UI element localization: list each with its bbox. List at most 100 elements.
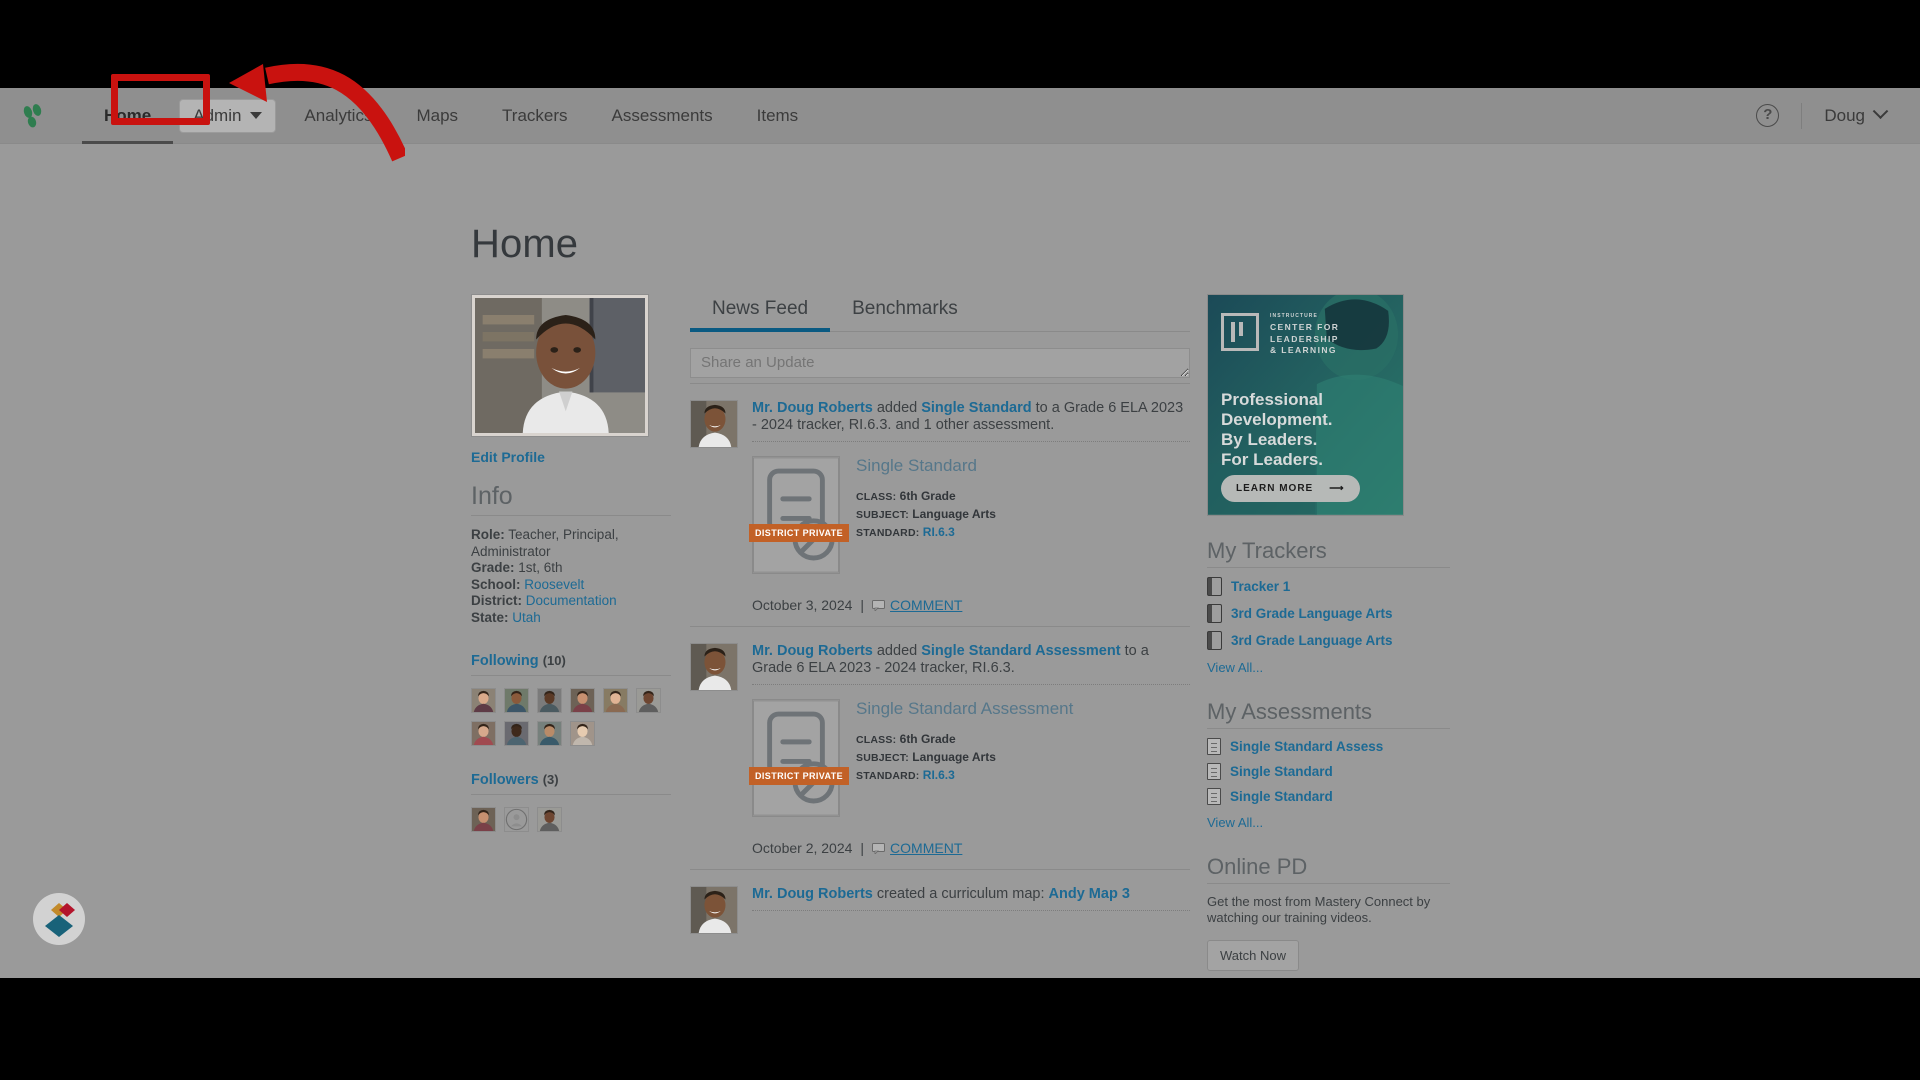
tracker-link[interactable]: 3rd Grade Language Arts <box>1231 633 1393 648</box>
following-heading[interactable]: Following (10) <box>471 653 671 676</box>
user-menu-button[interactable]: Doug <box>1824 103 1889 126</box>
tracker-link[interactable]: Tracker 1 <box>1231 579 1290 594</box>
trackers-view-all-link[interactable]: View All... <box>1207 660 1263 675</box>
feed-post: Mr. Doug Roberts added Single Standard t… <box>690 383 1190 574</box>
nav-item-maps[interactable]: Maps <box>394 88 480 144</box>
feed-post-object[interactable]: Single Standard Assessment <box>921 643 1120 659</box>
promo-banner[interactable]: INSTRUCTURE CENTER FOR LEADERSHIP & LEAR… <box>1207 294 1404 516</box>
online-pd-body: Get the most from Mastery Connect by wat… <box>1207 894 1431 925</box>
resource-title-link[interactable]: Single Standard Assessment <box>856 699 1073 719</box>
avatar[interactable] <box>471 806 496 832</box>
info-row-school: School: Roosevelt <box>471 577 671 594</box>
avatar[interactable] <box>504 720 529 746</box>
feed-post-object[interactable]: Andy Map 3 <box>1049 886 1130 902</box>
info-value-grade: 1st, 6th <box>518 560 563 576</box>
followers-heading[interactable]: Followers (3) <box>471 772 671 795</box>
feed-post-object[interactable]: Single Standard <box>921 400 1031 416</box>
resource-standard-row: STANDARD: RI.6.3 <box>856 524 996 542</box>
watch-now-button[interactable]: Watch Now <box>1207 940 1299 971</box>
list-item[interactable]: Single Standard <box>1207 788 1450 805</box>
resource-card[interactable]: DISTRICT PRIVATE Single Standard Assessm… <box>749 699 1190 817</box>
resource-class-key: CLASS: <box>856 734 897 746</box>
avatar[interactable] <box>690 643 738 691</box>
avatar[interactable] <box>636 687 661 713</box>
tracker-link[interactable]: 3rd Grade Language Arts <box>1231 606 1393 621</box>
tab-news-feed[interactable]: News Feed <box>690 294 831 332</box>
list-item[interactable]: 3rd Grade Language Arts <box>1207 631 1450 650</box>
nav-admin-dropdown-button[interactable]: Admin <box>179 98 277 133</box>
list-item[interactable]: Tracker 1 <box>1207 577 1450 596</box>
list-item[interactable]: Single Standard <box>1207 763 1450 780</box>
resource-card[interactable]: DISTRICT PRIVATE Single Standard CLASS: … <box>749 456 1190 574</box>
nav-admin-label: Admin <box>193 105 242 125</box>
following-label: Following <box>471 652 539 669</box>
avatar[interactable] <box>471 720 496 746</box>
avatar[interactable] <box>690 886 738 934</box>
nav-item-items[interactable]: Items <box>735 88 821 144</box>
assessment-link[interactable]: Single Standard Assess <box>1230 739 1383 754</box>
document-icon <box>1207 763 1221 780</box>
resource-subject-row: SUBJECT: Language Arts <box>856 749 1073 767</box>
help-circle-icon[interactable]: ? <box>1756 104 1780 127</box>
comment-button[interactable]: COMMENT <box>872 597 962 613</box>
info-key-district: District: <box>471 593 523 609</box>
avatar[interactable] <box>537 687 562 713</box>
promo-brand-tiny: INSTRUCTURE <box>1270 313 1318 319</box>
resource-standard-key: STANDARD: <box>856 527 920 539</box>
online-pd-heading: Online PD <box>1207 854 1450 884</box>
avatar[interactable] <box>537 806 562 832</box>
feed-post-text: Mr. Doug Roberts added Single Standard A… <box>752 643 1190 685</box>
avatar[interactable] <box>690 400 738 448</box>
avatar[interactable] <box>471 687 496 713</box>
assessment-link[interactable]: Single Standard <box>1230 764 1333 779</box>
info-value-district[interactable]: Documentation <box>526 593 617 608</box>
nav-item-trackers[interactable]: Trackers <box>480 88 590 144</box>
masteryconnect-logo-icon[interactable] <box>22 103 52 129</box>
resource-standard-value[interactable]: RI.6.3 <box>923 768 955 782</box>
list-item[interactable]: Single Standard Assess <box>1207 738 1450 755</box>
resource-subject-row: SUBJECT: Language Arts <box>856 506 996 524</box>
document-icon <box>1207 738 1221 755</box>
profile-info-list: Role: Teacher, Principal, Administrator … <box>471 527 671 627</box>
learn-more-button[interactable]: LEARN MORE ⟶ <box>1221 475 1360 502</box>
avatar[interactable] <box>570 720 595 746</box>
edit-profile-link[interactable]: Edit Profile <box>471 449 671 465</box>
feed-post-author[interactable]: Mr. Doug Roberts <box>752 400 873 416</box>
feed-post-author[interactable]: Mr. Doug Roberts <box>752 886 873 902</box>
followers-count: (3) <box>542 771 559 787</box>
tracker-book-icon <box>1207 631 1222 650</box>
nav-item-assessments[interactable]: Assessments <box>590 88 735 144</box>
promo-headline: Professional Development. By Leaders. Fo… <box>1221 390 1333 469</box>
tab-benchmarks[interactable]: Benchmarks <box>830 294 980 331</box>
info-value-state[interactable]: Utah <box>512 610 541 625</box>
news-feed-column: News Feed Benchmarks Mr. Do <box>690 294 1190 934</box>
profile-photo-frame <box>471 294 649 437</box>
feed-post-author[interactable]: Mr. Doug Roberts <box>752 643 873 659</box>
info-key-state: State: <box>471 609 509 625</box>
info-section-heading: Info <box>471 482 671 516</box>
resource-standard-value[interactable]: RI.6.3 <box>923 525 955 539</box>
district-private-badge: DISTRICT PRIVATE <box>749 767 850 785</box>
info-value-school[interactable]: Roosevelt <box>524 577 584 592</box>
info-key-grade: Grade: <box>471 560 515 576</box>
assessments-view-all-link[interactable]: View All... <box>1207 815 1263 830</box>
followers-label: Followers <box>471 771 539 788</box>
avatar[interactable] <box>603 687 628 713</box>
nav-item-home[interactable]: Home <box>82 88 174 144</box>
following-avatar-grid <box>471 687 671 746</box>
comment-button[interactable]: COMMENT <box>872 840 962 856</box>
avatar[interactable] <box>570 687 595 713</box>
resource-class-value: 6th Grade <box>899 489 956 503</box>
assessment-link[interactable]: Single Standard <box>1230 789 1333 804</box>
avatar-placeholder-icon[interactable] <box>504 806 529 832</box>
nav-item-analytics[interactable]: Analytics <box>282 88 394 144</box>
mastery-diamond-icon <box>34 894 84 944</box>
avatar[interactable] <box>504 687 529 713</box>
mastery-connect-floating-badge[interactable] <box>33 893 85 945</box>
feed-post-action-pre: added <box>872 400 922 416</box>
avatar[interactable] <box>537 720 562 746</box>
share-update-input[interactable] <box>690 348 1190 378</box>
list-item[interactable]: 3rd Grade Language Arts <box>1207 604 1450 623</box>
resource-title-link[interactable]: Single Standard <box>856 456 996 476</box>
resource-subject-key: SUBJECT: <box>856 509 909 521</box>
